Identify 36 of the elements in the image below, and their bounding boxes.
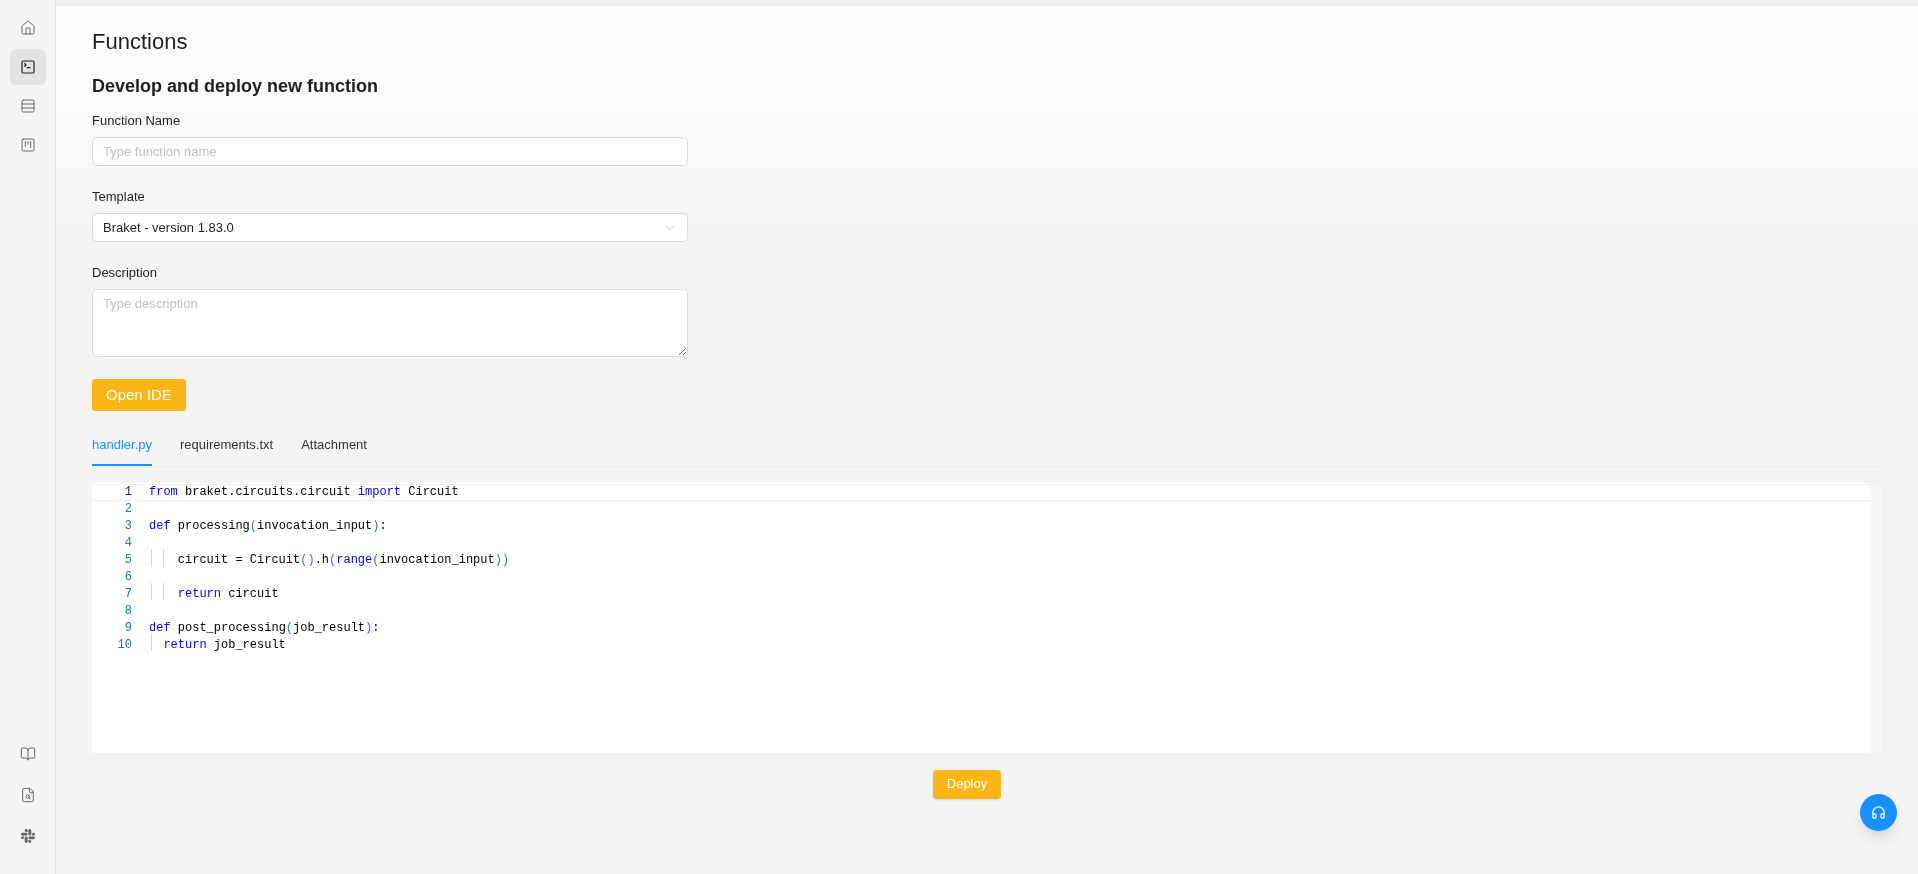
code-line: from braket.circuits.circuit import Circuit: [149, 485, 459, 499]
line-number: 7: [123, 586, 132, 603]
support-button[interactable]: [1860, 794, 1897, 831]
code-line: return circuit: [176, 587, 279, 601]
line-number: 2: [123, 501, 132, 518]
line-number: 3: [123, 518, 132, 535]
line-number: 10: [116, 637, 132, 654]
line-number: 9: [123, 620, 132, 637]
line-number: 1: [123, 484, 132, 501]
terminal-icon: [19, 59, 36, 75]
line-number: 4: [123, 535, 132, 552]
headphones-icon: [1871, 805, 1886, 820]
field-label: Function Name: [92, 112, 182, 130]
hash-icon: [19, 828, 36, 844]
file-tab[interactable]: Attachment: [301, 433, 367, 466]
template-select[interactable]: Braket - version 1.83.0: [92, 213, 688, 242]
function-name-field[interactable]: Type function name: [92, 137, 688, 166]
field-label: Description: [92, 264, 159, 282]
kanban-icon: [19, 137, 36, 153]
file-search-icon: [19, 787, 36, 803]
code-line: circuit = Circuit().h(range(invocation_input)): [176, 553, 510, 567]
page-title: Functions: [92, 28, 189, 56]
code-line: return job_result: [162, 638, 286, 652]
section-title: Develop and deploy new function: [92, 75, 380, 98]
home-icon: [19, 20, 36, 36]
code-line: def post_processing(job_result):: [149, 621, 380, 635]
rows-icon: [19, 98, 36, 114]
description-field[interactable]: Type description: [92, 289, 688, 357]
field-label: Template: [92, 188, 146, 206]
line-number: 5: [123, 552, 132, 569]
book-icon: [19, 746, 36, 762]
file-tab[interactable]: requirements.txt: [180, 433, 274, 466]
line-number: 8: [123, 603, 132, 620]
sidebar-item[interactable]: [9, 49, 46, 85]
code-line: def processing(invocation_input):: [149, 519, 387, 533]
line-number: 6: [123, 569, 132, 586]
